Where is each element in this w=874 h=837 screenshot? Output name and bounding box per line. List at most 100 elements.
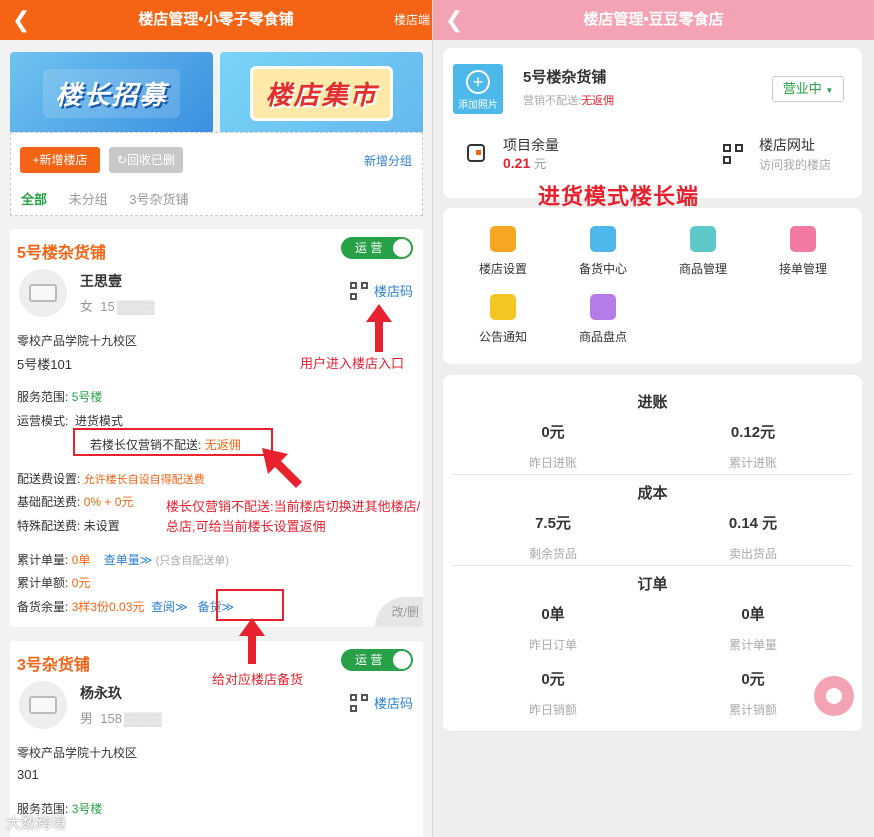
orders-total: 累计单量: 0单 查单量≫ (只含自配送单) (17, 553, 229, 567)
section-income-title: 进账 (637, 394, 668, 411)
balance-value: 0.21 元 (503, 155, 547, 171)
left-header: ❮ 楼店管理•小零子零食铺 楼店端 (0, 0, 432, 40)
qr-code-icon (349, 693, 368, 712)
store-qr-link[interactable]: 楼店码 (349, 281, 413, 300)
menu-product-manage[interactable]: 商品管理 (653, 226, 753, 277)
menu-store-settings[interactable]: 楼店设置 (453, 226, 553, 277)
customer-service-icon[interactable] (814, 676, 854, 716)
shop-info-card: + 添加照片 5号楼杂货铺 营销不配送:无返佣 营业中 ▼ 项目余量 0.21 元… (443, 48, 862, 198)
stat-item: 0元 昨日进账 (528, 424, 577, 470)
page-title: 楼店管理•小零子零食铺 (138, 11, 294, 28)
stat-item: 0单 昨日订单 (528, 606, 577, 652)
announcement-icon (490, 294, 516, 320)
menu-order-manage[interactable]: 接单管理 (753, 226, 853, 277)
tab-ungrouped[interactable]: 未分组 (69, 192, 108, 207)
tab-all[interactable]: 全部 (21, 192, 47, 207)
section-cost-title: 成本 (637, 485, 668, 502)
arrow-left-icon (262, 448, 302, 488)
address-line1: 零校产品学院十九校区 (17, 746, 138, 760)
stat-item: 0单 累计单量 (728, 606, 777, 652)
toggle-knob (393, 651, 411, 669)
store-url-sub[interactable]: 访问我的楼店 (759, 156, 831, 173)
note-rebate: 楼长仅营销不配送:当前楼店切换进其他楼店/总店,可给当前楼长设置返佣 (166, 499, 421, 534)
group-tabs: 全部 未分组 3号杂货铺 (21, 189, 207, 208)
product-manage-icon (690, 226, 716, 252)
function-menu: 楼店设置 备货中心 商品管理 接单管理 公告通知 商品盘点 (443, 208, 862, 364)
wallet-icon (467, 144, 485, 162)
fee-setting: 配送费设置: 允许楼长自设自得配送费 (17, 472, 205, 486)
base-fee: 基础配送费: 0% + 0元 (17, 495, 134, 509)
add-group-link[interactable]: 新增分组 (364, 152, 412, 169)
balance-label: 项目余量 (503, 137, 559, 153)
stock-remain: 备货余量: 3样3份0.03元 查阅≫ 备货≫ (17, 600, 235, 614)
arrow-up-icon (366, 304, 392, 352)
add-store-button[interactable]: +新增楼店 (20, 147, 100, 173)
store-title: 3号杂货铺 (17, 657, 90, 674)
store-title: 5号楼杂货铺 (17, 245, 106, 262)
banner-recruit[interactable]: 楼长招募 (10, 52, 213, 134)
mode-annotation: 进货模式楼长端 (538, 184, 700, 209)
user-name: 王思壹 (80, 273, 122, 289)
qr-code-icon (349, 281, 368, 300)
recycle-button[interactable]: ↻回收已删 (109, 147, 183, 173)
avatar-placeholder-icon (29, 696, 57, 714)
page-title: 楼店管理•豆豆零食店 (583, 11, 724, 28)
divider (453, 565, 852, 566)
address-line1: 零校产品学院十九校区 (17, 334, 138, 348)
address-line2: 301 (17, 767, 39, 782)
store-settings-icon (490, 226, 516, 252)
note-entry: 用户进入楼店入口 (300, 356, 405, 371)
arrow-up-icon (239, 618, 265, 664)
avatar (19, 681, 67, 729)
back-icon[interactable]: ❮ (12, 0, 30, 40)
menu-announcement[interactable]: 公告通知 (453, 294, 553, 345)
user-info: 女 15 ▓▓▓▓ (80, 299, 155, 314)
operate-toggle[interactable]: 运 营 (341, 649, 413, 671)
stats-card: 进账 0元 昨日进账 0.12元 累计进账 成本 7.5元 剩余货品 0.14 元卖出… (443, 375, 862, 731)
inventory-icon (590, 294, 616, 320)
edit-delete-button[interactable]: 改/删 (375, 597, 423, 627)
store-qr-link[interactable]: 楼店码 (349, 693, 413, 712)
menu-inventory[interactable]: 商品盘点 (553, 294, 653, 345)
left-panel: ❮ 楼店管理•小零子零食铺 楼店端 楼长招募 楼店集市 +新增楼店 ↻回收已删 … (0, 0, 432, 837)
store-url-label[interactable]: 楼店网址 (759, 135, 815, 155)
order-manage-icon (790, 226, 816, 252)
qr-code-icon[interactable] (723, 144, 743, 164)
stat-item: 0.14 元卖出货品 (728, 515, 778, 561)
right-panel: ❮ 楼店管理•豆豆零食店 + 添加照片 5号楼杂货铺 营销不配送:无返佣 营业中 … (433, 0, 874, 837)
shop-name: 5号楼杂货铺 (523, 69, 607, 86)
note-restock: 给对应楼店备货 (212, 672, 304, 687)
user-name: 杨永玖 (80, 685, 122, 701)
amount-total: 累计单额: 0元 (17, 576, 91, 590)
address-line2: 5号楼101 (17, 357, 72, 372)
banner-market[interactable]: 楼店集市 (220, 52, 423, 134)
back-icon[interactable]: ❮ (445, 0, 463, 40)
operate-mode: 运营模式: 进货模式 (17, 414, 124, 428)
stat-item: 0.12元 累计进账 (728, 424, 777, 470)
stat-item: 0元 昨日销额 (528, 671, 577, 717)
service-range: 服务范围: 5号楼 (17, 390, 103, 404)
avatar (19, 269, 67, 317)
add-photo-button[interactable]: + 添加照片 (453, 64, 503, 114)
orders-query-link[interactable]: 查单量≫ (104, 553, 153, 567)
restock-highlight-box (216, 589, 284, 621)
rebate-highlight-box (73, 428, 273, 456)
watermark-text: 大数跨境 (6, 815, 67, 832)
special-fee: 特殊配送费: 未设置 (17, 519, 120, 533)
tab-store3[interactable]: 3号杂货铺 (129, 192, 188, 207)
operate-toggle[interactable]: 运 营 (341, 237, 413, 259)
status-select[interactable]: 营业中 ▼ (772, 76, 844, 102)
stat-item: 7.5元 剩余货品 (528, 515, 577, 561)
stock-query-link[interactable]: 查阅≫ (151, 600, 188, 614)
store-actions: +新增楼店 ↻回收已删 新增分组 全部 未分组 3号杂货铺 (10, 132, 423, 216)
avatar-placeholder-icon (29, 284, 57, 302)
dropdown-arrow-icon: ▼ (825, 86, 834, 95)
menu-restock-center[interactable]: 备货中心 (553, 226, 653, 277)
header-right-label[interactable]: 楼店端 (394, 0, 430, 40)
plus-icon: + (466, 70, 490, 94)
toggle-knob (393, 239, 411, 257)
restock-center-icon (590, 226, 616, 252)
banner-area: 楼长招募 楼店集市 (0, 40, 432, 134)
right-header: ❮ 楼店管理•豆豆零食店 (433, 0, 874, 40)
section-orders-title: 订单 (637, 576, 668, 593)
